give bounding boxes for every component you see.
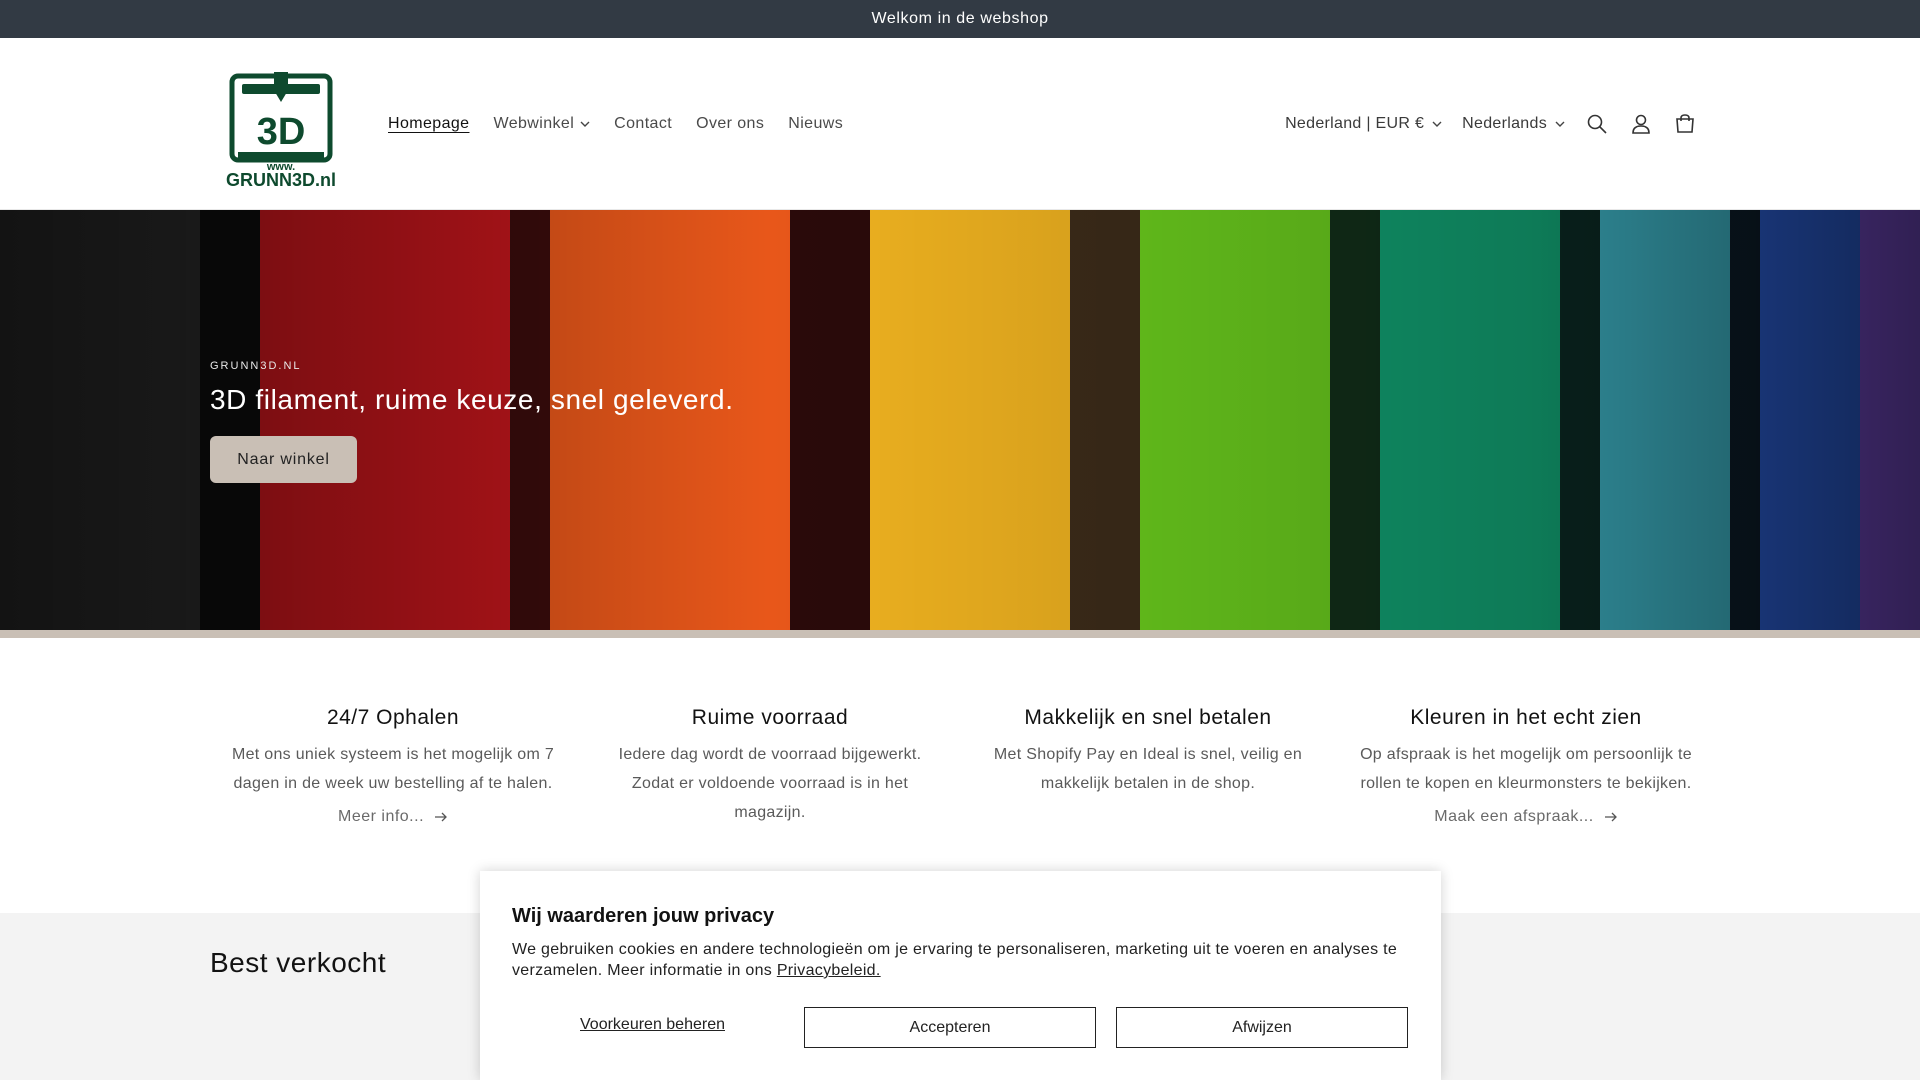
feature-text: Met Shopify Pay en Ideal is snel, veilig…	[993, 746, 1303, 792]
account-button[interactable]	[1619, 102, 1663, 146]
logo-printer-icon: 3D www. GRUNN3D.nl	[226, 72, 336, 190]
hero-content: GRUNN3D.NL 3D filament, ruime keuze, sne…	[210, 360, 734, 483]
nav-item-nieuws[interactable]: Nieuws	[776, 115, 855, 133]
feature-text: Op afspraak is het mogelijk om persoonli…	[1360, 746, 1692, 792]
chevron-down-icon	[1555, 121, 1565, 127]
best-sellers-title: Best verkocht	[210, 947, 387, 978]
site-header: 3D www. GRUNN3D.nl Homepage Webwinkel Co…	[0, 38, 1920, 210]
nav-item-contact[interactable]: Contact	[602, 115, 684, 133]
search-button[interactable]	[1575, 102, 1619, 146]
more-info-link[interactable]: Meer info...	[338, 808, 448, 826]
privacy-text: We gebruiken cookies en andere technolog…	[512, 941, 1398, 979]
announcement-bar: Welkom in de webshop	[0, 0, 1920, 38]
appointment-link[interactable]: Maak een afspraak...	[1434, 808, 1617, 826]
hero-banner: GRUNN3D.NL 3D filament, ruime keuze, sne…	[0, 210, 1920, 630]
feature-text: Met ons uniek systeem is het mogelijk om…	[231, 746, 555, 792]
cart-icon	[1676, 114, 1694, 133]
hero-divider	[0, 630, 1920, 638]
feature-title: Makkelijk en snel betalen	[1024, 706, 1272, 729]
header-utilities: Nederland | EUR € Nederlands	[1275, 38, 1707, 210]
chevron-down-icon	[1432, 121, 1442, 127]
nav-item-over-ons[interactable]: Over ons	[684, 115, 776, 133]
decline-button[interactable]: Afwijzen	[1116, 1007, 1408, 1048]
feature-stock: Ruime voorraad Iedere dag wordt de voorr…	[600, 706, 940, 827]
privacy-banner: Wij waarderen jouw privacy We gebruiken …	[480, 871, 1441, 1080]
feature-title: Kleuren in het echt zien	[1410, 706, 1642, 729]
manage-preferences-button[interactable]: Voorkeuren beheren	[580, 1016, 725, 1034]
account-icon	[1632, 114, 1650, 134]
feature-title: 24/7 Ophalen	[326, 706, 460, 729]
accept-button[interactable]: Accepteren	[804, 1007, 1096, 1048]
feature-text: Iedere dag wordt de voorraad bijgewerkt.…	[618, 746, 922, 821]
language-selector[interactable]: Nederlands	[1452, 115, 1575, 133]
logo[interactable]: 3D www. GRUNN3D.nl	[220, 66, 342, 192]
privacy-policy-link[interactable]: Privacybeleid.	[777, 962, 881, 979]
svg-text:GRUNN3D.nl: GRUNN3D.nl	[226, 170, 336, 190]
shop-button[interactable]: Naar winkel	[210, 436, 357, 483]
nav-item-homepage[interactable]: Homepage	[376, 115, 481, 133]
arrow-right-icon	[1604, 812, 1617, 822]
main-nav: Homepage Webwinkel Contact Over ons Nieu…	[376, 38, 855, 210]
logo-3d-text: 3D	[257, 111, 306, 153]
feature-payment: Makkelijk en snel betalen Met Shopify Pa…	[978, 706, 1318, 798]
hero-kicker: GRUNN3D.NL	[210, 360, 302, 372]
feature-title: Ruime voorraad	[691, 706, 849, 729]
arrow-right-icon	[435, 812, 447, 822]
privacy-title: Wij waarderen jouw privacy	[512, 905, 775, 927]
feature-colors: Kleuren in het echt zien Op afspraak is …	[1356, 706, 1696, 826]
country-selector[interactable]: Nederland | EUR €	[1275, 115, 1452, 133]
feature-pickup: 24/7 Ophalen Met ons uniek systeem is he…	[223, 706, 563, 826]
announcement-text: Welkom in de webshop	[871, 10, 1049, 27]
nav-item-webwinkel[interactable]: Webwinkel	[481, 115, 602, 133]
hero-title: 3D filament, ruime keuze, snel geleverd.	[210, 384, 734, 415]
chevron-down-icon	[580, 121, 590, 127]
search-icon	[1587, 114, 1607, 134]
cart-button[interactable]	[1663, 102, 1707, 146]
